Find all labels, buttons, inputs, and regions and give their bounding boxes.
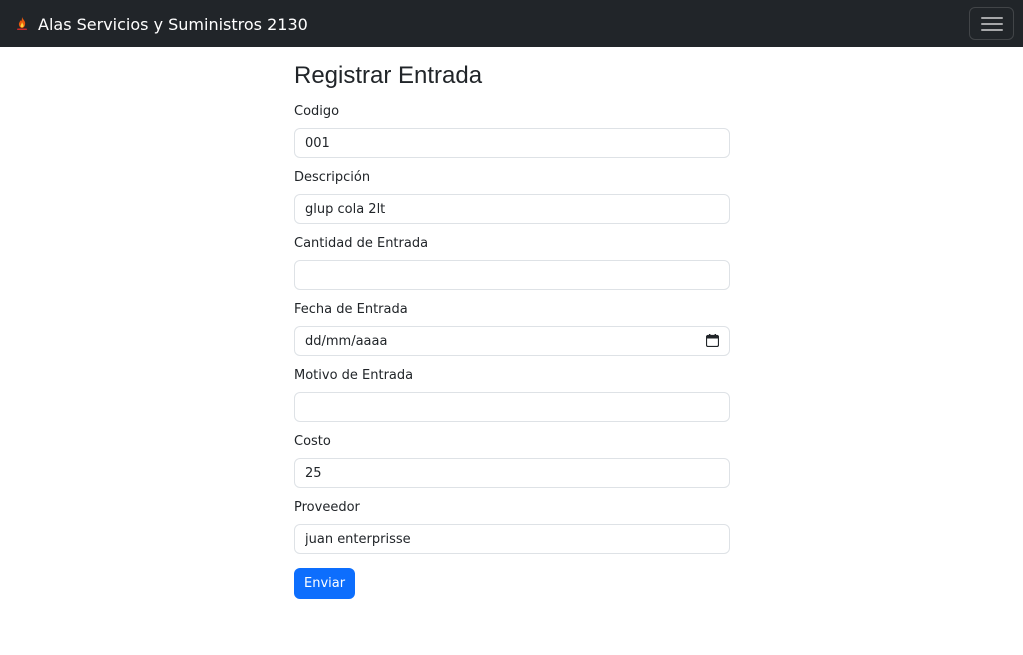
proveedor-input[interactable] <box>294 524 730 554</box>
field-proveedor: Proveedor <box>294 500 730 554</box>
fecha-input[interactable] <box>294 326 730 356</box>
field-descripcion: Descripción <box>294 170 730 224</box>
hamburger-menu-icon <box>980 16 1003 31</box>
flame-icon <box>17 17 27 30</box>
descripcion-label: Descripción <box>294 170 371 185</box>
navbar: Alas Servicios y Suministros 2130 <box>0 0 1023 47</box>
cantidad-input[interactable] <box>294 260 730 290</box>
motivo-label: Motivo de Entrada <box>294 368 414 383</box>
field-cantidad: Cantidad de Entrada <box>294 236 730 290</box>
codigo-label: Codigo <box>294 104 340 119</box>
cantidad-label: Cantidad de Entrada <box>294 236 429 251</box>
submit-button[interactable]: Enviar <box>294 568 356 599</box>
brand-link[interactable]: Alas Servicios y Suministros 2130 <box>14 12 308 36</box>
costo-input[interactable] <box>294 458 730 488</box>
codigo-input[interactable] <box>294 128 730 158</box>
field-costo: Costo <box>294 434 730 488</box>
field-codigo: Codigo <box>294 104 730 158</box>
descripcion-input[interactable] <box>294 194 730 224</box>
fecha-label: Fecha de Entrada <box>294 302 408 317</box>
costo-label: Costo <box>294 434 331 449</box>
form-container: Registrar Entrada Codigo Descripción Can… <box>294 60 730 599</box>
brand-text: Alas Servicios y Suministros 2130 <box>38 14 308 34</box>
motivo-input[interactable] <box>294 392 730 422</box>
proveedor-label: Proveedor <box>294 500 360 515</box>
calendar-icon[interactable] <box>706 334 719 347</box>
navbar-toggler-button[interactable] <box>969 7 1014 40</box>
field-motivo: Motivo de Entrada <box>294 368 730 422</box>
fecha-wrapper <box>294 326 730 356</box>
page-title: Registrar Entrada <box>294 62 483 89</box>
field-fecha: Fecha de Entrada <box>294 302 730 356</box>
